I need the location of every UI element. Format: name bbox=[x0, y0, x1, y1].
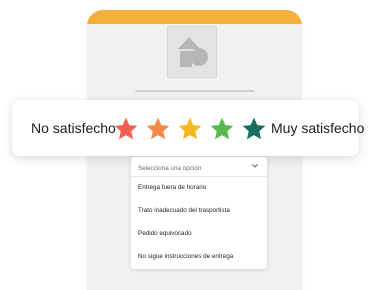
option-label: Trato inadecuado del trasportista bbox=[138, 207, 230, 214]
content-line bbox=[135, 90, 255, 92]
dropdown-option[interactable]: Entrega fuera de horario bbox=[131, 177, 267, 200]
dropdown-option[interactable]: No sigue instrucciones de entrega bbox=[131, 246, 267, 269]
phone-header-bar bbox=[87, 10, 302, 24]
star-icon-3[interactable] bbox=[177, 116, 203, 142]
dropdown-option[interactable]: Pedido equivocado bbox=[131, 223, 267, 246]
dropdown-option[interactable]: Trato inadecuado del trasportista bbox=[131, 200, 267, 223]
star-rating bbox=[113, 116, 267, 142]
chevron-down-icon bbox=[252, 164, 258, 168]
star-icon-1[interactable] bbox=[113, 116, 139, 142]
dropdown-placeholder: Selecciona una opción bbox=[138, 165, 202, 172]
option-label: Pedido equivocado bbox=[138, 230, 192, 237]
image-placeholder-icon bbox=[178, 37, 208, 67]
star-icon-2[interactable] bbox=[145, 116, 171, 142]
star-icon-5[interactable] bbox=[241, 116, 267, 142]
dropdown-select[interactable]: Selecciona una opción bbox=[131, 157, 267, 177]
option-label: Entrega fuera de horario bbox=[138, 184, 207, 191]
star-icon-4[interactable] bbox=[209, 116, 235, 142]
option-label: No sigue instrucciones de entrega bbox=[138, 253, 234, 260]
product-image-placeholder bbox=[167, 26, 217, 78]
reason-dropdown: Selecciona una opción Entrega fuera de h… bbox=[131, 157, 267, 269]
not-satisfied-label: No satisfecho bbox=[31, 120, 116, 136]
satisfaction-rating-card: No satisfecho Muy satisfecho bbox=[12, 100, 364, 156]
very-satisfied-label: Muy satisfecho bbox=[271, 120, 365, 136]
